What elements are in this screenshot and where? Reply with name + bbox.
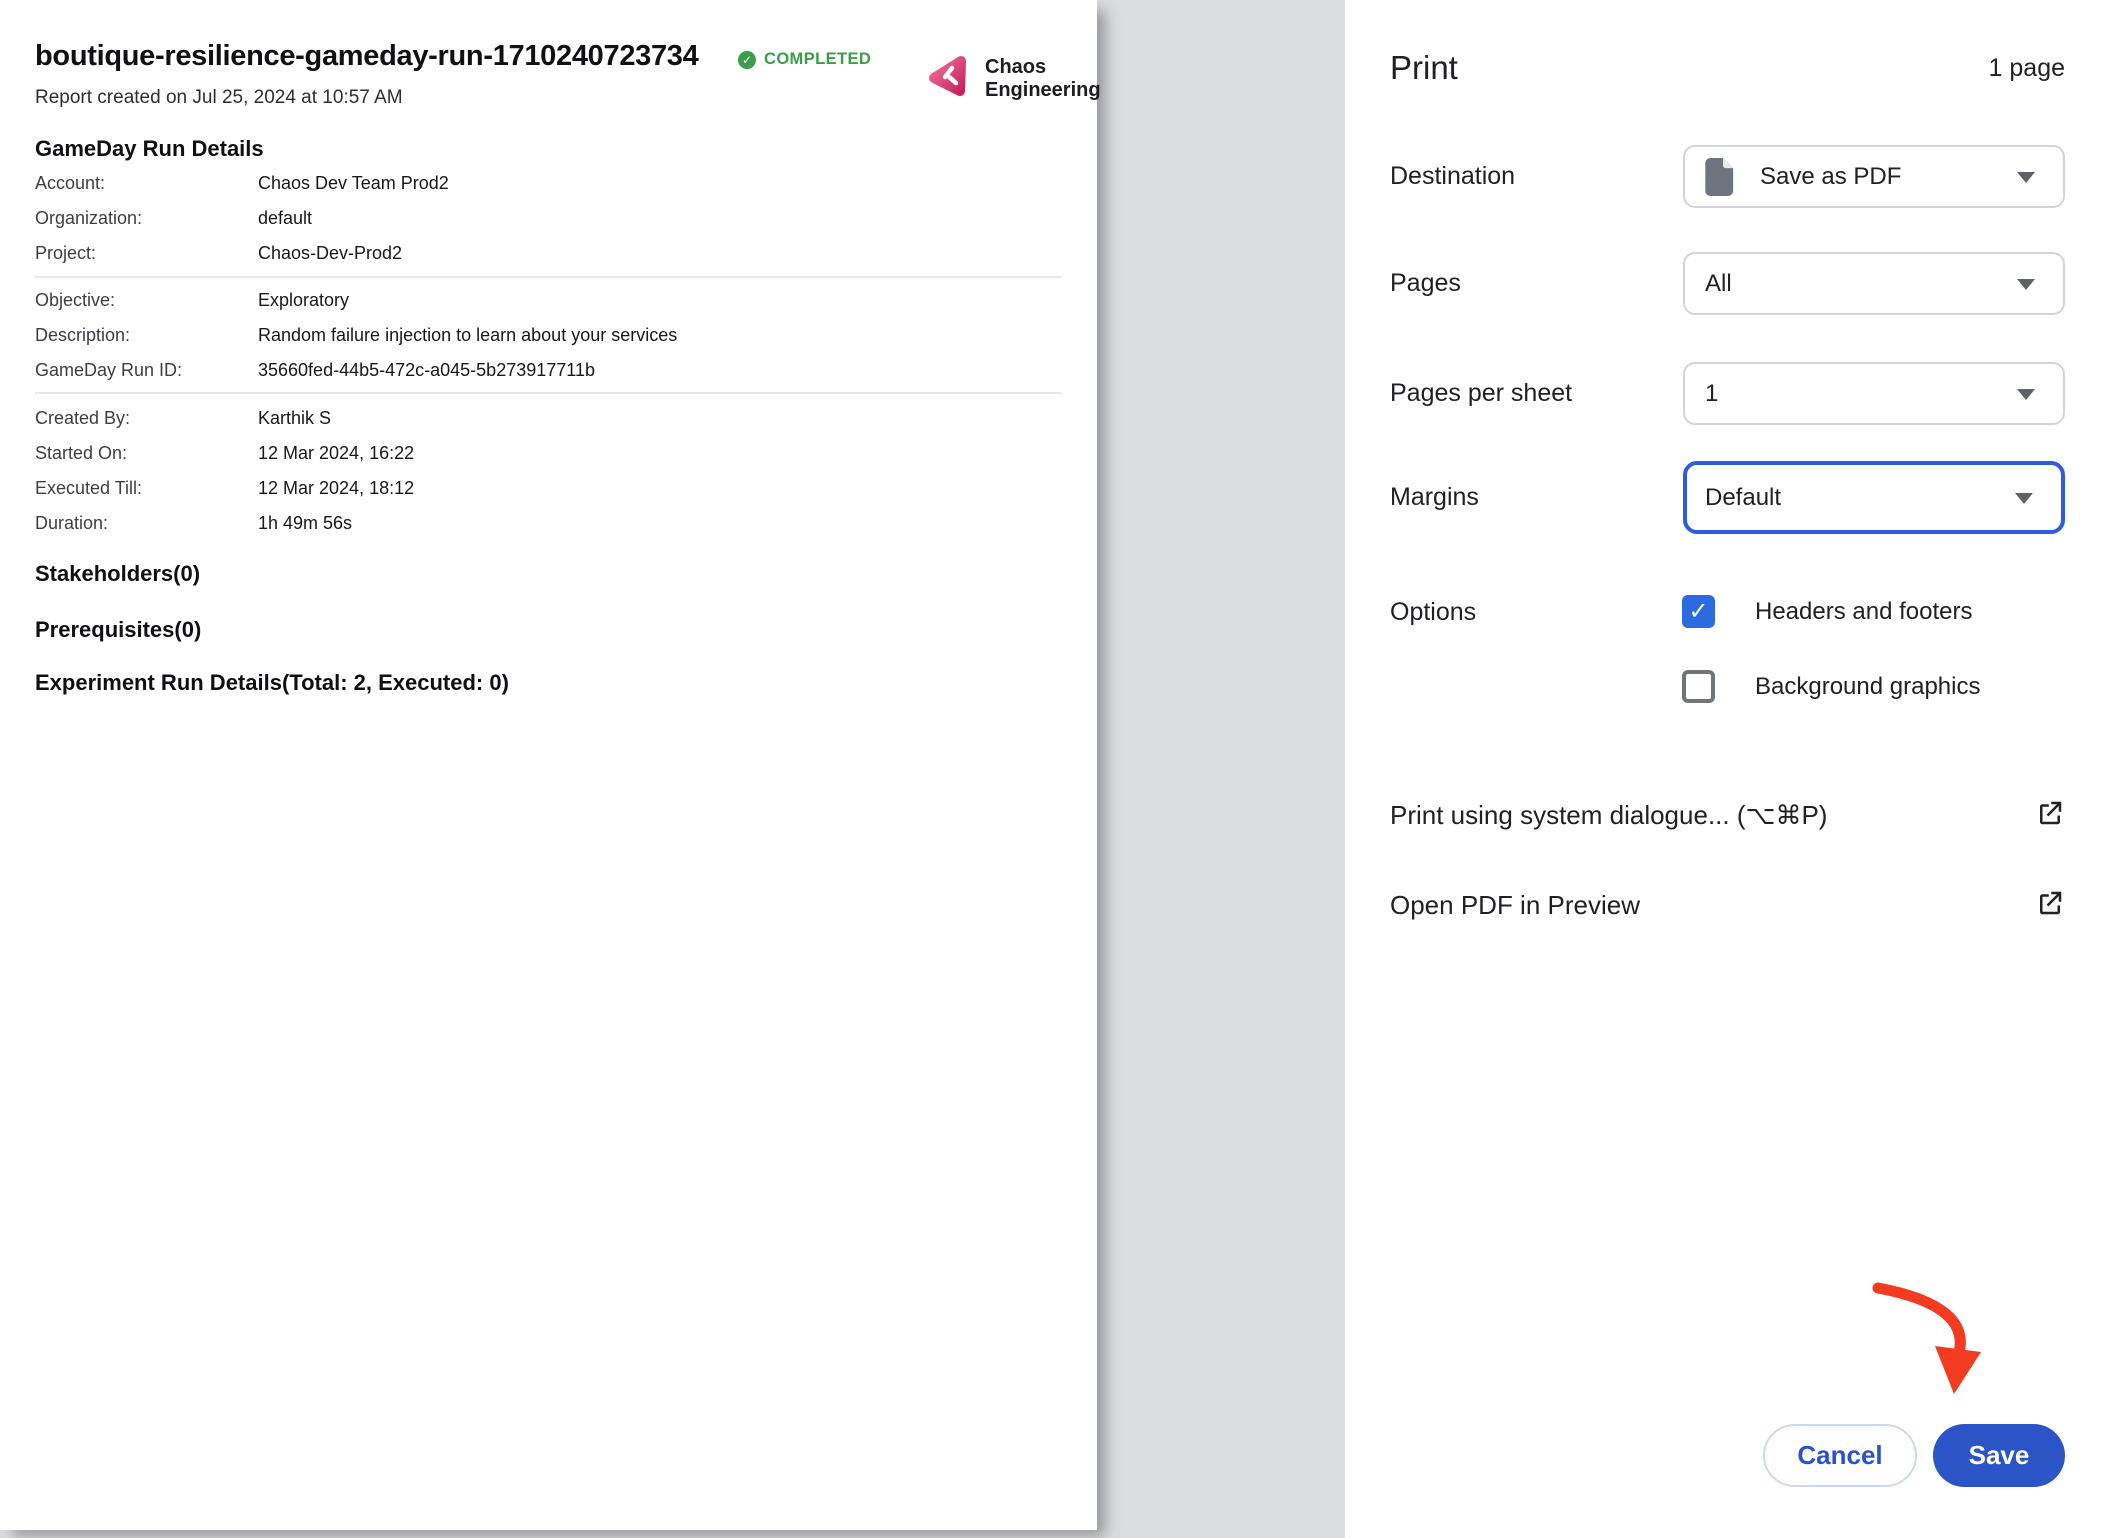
status-badge-label: COMPLETED	[764, 50, 871, 69]
document-preview-page: boutique-resilience-gameday-run-17102407…	[0, 0, 1097, 1530]
print-title: Print	[1390, 49, 1458, 87]
pages-select[interactable]: All	[1683, 252, 2065, 315]
margins-row: Margins Default	[1390, 460, 2065, 535]
pages-value: All	[1705, 270, 1732, 298]
detail-row: Started On:12 Mar 2024, 16:22	[35, 441, 414, 465]
background-graphics-option: Background graphics	[1682, 670, 2065, 703]
destination-value: Save as PDF	[1760, 163, 1901, 191]
margins-select[interactable]: Default	[1683, 461, 2065, 534]
headers-footers-option: ✓ Headers and footers	[1682, 595, 2065, 628]
margins-value: Default	[1705, 484, 1781, 512]
pages-label: Pages	[1390, 269, 1683, 298]
open-pdf-preview-link[interactable]: Open PDF in Preview	[1390, 880, 2065, 930]
chaos-pinwheel-icon	[923, 52, 971, 105]
system-dialog-link[interactable]: Print using system dialogue... (⌥⌘P)	[1390, 790, 2065, 840]
experiment-run-details-heading: Experiment Run Details(Total: 2, Execute…	[35, 670, 509, 696]
print-dialog: Print 1 page Destination Save as PDF Pag…	[1345, 0, 2110, 1538]
pages-row: Pages All	[1390, 250, 2065, 317]
check-circle-icon: ✓	[738, 51, 756, 69]
divider	[35, 276, 1062, 278]
destination-label: Destination	[1390, 162, 1683, 191]
pages-per-sheet-row: Pages per sheet 1	[1390, 360, 2065, 427]
chevron-down-icon	[2017, 389, 2035, 400]
chevron-down-icon	[2017, 279, 2035, 290]
background-graphics-label: Background graphics	[1755, 673, 1980, 701]
divider	[35, 392, 1062, 394]
detail-row: Project:Chaos-Dev-Prod2	[35, 241, 402, 265]
destination-row: Destination Save as PDF	[1390, 143, 2065, 210]
detail-row: Organization:default	[35, 206, 312, 230]
margins-label: Margins	[1390, 483, 1683, 512]
background-graphics-checkbox[interactable]	[1682, 670, 1715, 703]
page-count: 1 page	[1989, 54, 2065, 83]
cancel-button[interactable]: Cancel	[1763, 1424, 1917, 1487]
detail-row: GameDay Run ID:35660fed-44b5-472c-a045-5…	[35, 358, 595, 382]
gameday-details-heading: GameDay Run Details	[35, 136, 264, 162]
external-link-icon	[2035, 888, 2065, 923]
detail-row: Account:Chaos Dev Team Prod2	[35, 171, 449, 195]
chevron-down-icon	[2015, 493, 2033, 504]
detail-row: Created By:Karthik S	[35, 406, 331, 430]
prerequisites-heading: Prerequisites(0)	[35, 617, 201, 643]
chevron-down-icon	[2017, 172, 2035, 183]
status-badge: ✓ COMPLETED	[738, 50, 871, 69]
stakeholders-heading: Stakeholders(0)	[35, 561, 200, 587]
save-button[interactable]: Save	[1933, 1424, 2065, 1487]
external-link-icon	[2035, 798, 2065, 833]
detail-row: Objective:Exploratory	[35, 288, 349, 312]
print-dialog-header: Print 1 page	[1390, 44, 2065, 92]
pages-per-sheet-label: Pages per sheet	[1390, 379, 1683, 408]
headers-footers-label: Headers and footers	[1755, 598, 1972, 626]
pdf-file-icon	[1705, 158, 1736, 196]
destination-select[interactable]: Save as PDF	[1683, 145, 2065, 208]
detail-row: Duration:1h 49m 56s	[35, 511, 352, 535]
detail-row: Executed Till:12 Mar 2024, 18:12	[35, 476, 414, 500]
logo-text: Chaos Engineering	[985, 56, 1101, 102]
pages-per-sheet-select[interactable]: 1	[1683, 362, 2065, 425]
pages-per-sheet-value: 1	[1705, 380, 1718, 408]
chaos-engineering-logo: Chaos Engineering	[923, 52, 1101, 105]
options-label: Options	[1390, 596, 1476, 629]
headers-footers-checkbox[interactable]: ✓	[1682, 595, 1715, 628]
print-preview-screen: boutique-resilience-gameday-run-17102407…	[0, 0, 2110, 1538]
report-title: boutique-resilience-gameday-run-17102407…	[35, 40, 698, 73]
detail-row: Description:Random failure injection to …	[35, 323, 677, 347]
report-created-line: Report created on Jul 25, 2024 at 10:57 …	[35, 87, 403, 109]
